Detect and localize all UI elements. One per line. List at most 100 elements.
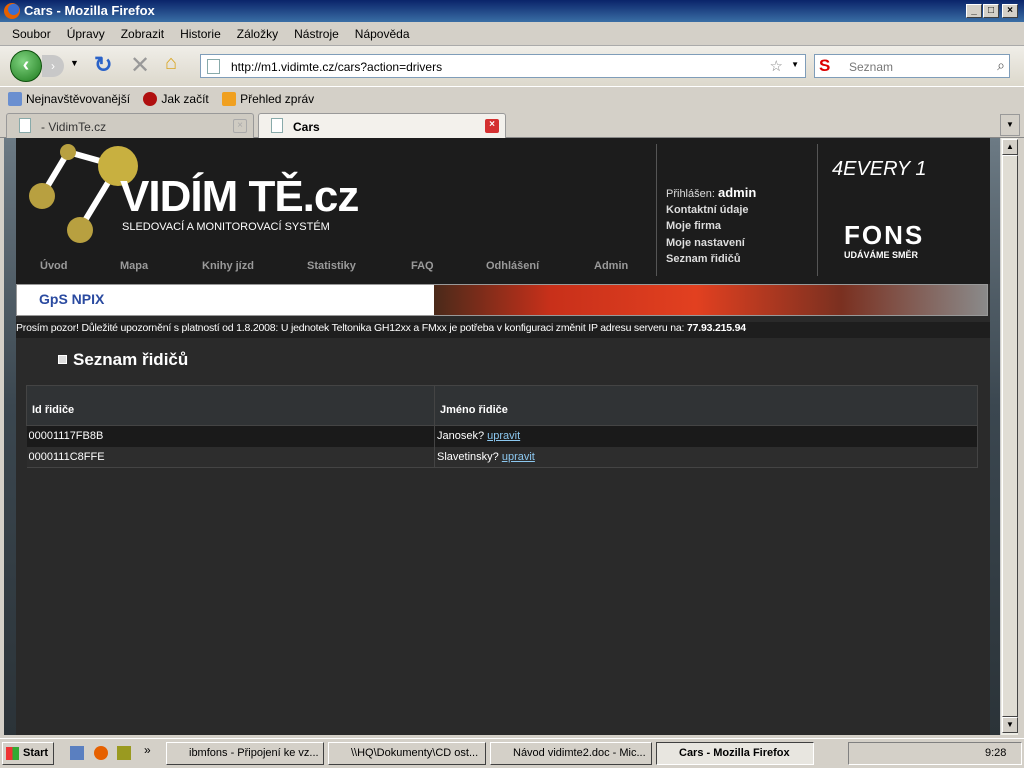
bookmark-label: Nejnavštěvovanější (26, 92, 131, 106)
menu-historie[interactable]: Historie (180, 27, 221, 41)
tab-vidimte[interactable]: - VidimTe.cz × (6, 113, 254, 138)
url-bar[interactable]: http://m1.vidimte.cz/cars?action=drivers… (200, 54, 806, 78)
nav-faq[interactable]: FAQ (411, 260, 434, 272)
divider (656, 144, 657, 276)
back-button[interactable]: ‹ (10, 50, 42, 82)
menu-upravy[interactable]: Úpravy (67, 27, 105, 41)
maximize-button[interactable]: □ (983, 4, 999, 18)
history-dropdown-icon[interactable]: ▼ (70, 58, 79, 68)
taskbar-label: ibmfons - Připojení ke vz... (189, 747, 319, 759)
page-icon (207, 59, 220, 74)
taskbar-item-firefox[interactable]: Cars - Mozilla Firefox (656, 742, 814, 765)
start-button[interactable]: Start (2, 742, 54, 765)
link-moje-firma[interactable]: Moje firma (666, 220, 721, 232)
scroll-thumb[interactable] (1002, 155, 1018, 717)
search-input[interactable]: S Seznam ⌕ (814, 54, 1010, 78)
taskbar: Start » ibmfons - Připojení ke vz... \\H… (0, 738, 1024, 768)
bookmark-getting-started[interactable]: Jak začít (143, 92, 209, 106)
partner-logo-fons: FONS (844, 220, 925, 250)
home-icon[interactable]: ⌂ (165, 52, 177, 75)
partner-logo-4every1: 4EVERY 1 (832, 158, 927, 180)
nav-statistiky[interactable]: Statistiky (307, 260, 356, 272)
site-tagline: SLEDOVACÍ A MONITOROVACÍ SYSTÉM (122, 221, 330, 233)
bookmark-star-icon[interactable]: ☆ (770, 57, 783, 75)
search-icon[interactable]: ⌕ (997, 57, 1005, 74)
banner: GpS NPIX (16, 284, 988, 316)
drivers-table: Id řidiče Jméno řidiče 00001117FB8B Janose… (26, 385, 978, 468)
logged-label: Přihlášen: (666, 188, 715, 200)
table-header: Id řidiče Jméno řidiče (26, 385, 978, 426)
start-label: Start (23, 747, 49, 759)
driver-name: Janosek? (437, 430, 485, 443)
edit-link[interactable]: upravit (487, 430, 520, 442)
seznam-engine-icon[interactable]: S (819, 56, 830, 76)
link-moje-nastaveni[interactable]: Moje nastavení (666, 237, 745, 249)
nav-odhlaseni[interactable]: Odhlášení (486, 260, 539, 272)
notice-text: Prosím pozor! Důležité upozornění s plat… (16, 322, 990, 338)
firefox-icon (4, 3, 20, 19)
menu-bar: Soubor Úpravy Zobrazit Historie Záložky Nástr… (0, 22, 1024, 46)
npix-logo: GpS NPIX (39, 291, 105, 307)
url-text: http://m1.vidimte.cz/cars?action=drivers (231, 60, 443, 74)
bullet-icon (58, 355, 67, 364)
taskbar-item-folder[interactable]: \\HQ\Dokumenty\CD ost... (328, 742, 486, 765)
bookmark-news[interactable]: Přehled zpráv (222, 92, 314, 106)
menu-soubor[interactable]: Soubor (12, 27, 51, 41)
fons-tagline: UDÁVÁME SMĚR (844, 250, 919, 260)
close-button[interactable]: × (1002, 4, 1018, 18)
divider (817, 144, 818, 276)
nav-mapa[interactable]: Mapa (120, 260, 148, 272)
menu-napoveda[interactable]: Nápověda (355, 27, 410, 41)
close-tab-icon[interactable]: × (233, 119, 247, 133)
notice-message: Prosím pozor! Důležité upozornění s plat… (16, 322, 687, 334)
taskbar-label: Návod vidimte2.doc - Mic... (513, 747, 646, 759)
driver-id: 0000111C8FFE (26, 446, 435, 468)
bookmark-most-visited[interactable]: Nejnavštěvovanější (8, 92, 130, 106)
scroll-up-button[interactable]: ▲ (1002, 139, 1018, 155)
forward-button[interactable]: › (42, 55, 64, 77)
quicklaunch-more-icon[interactable]: » (144, 743, 151, 757)
tab-label: Cars (293, 120, 320, 134)
scroll-down-button[interactable]: ▼ (1002, 717, 1018, 733)
navigation-toolbar: ‹ › ▼ ↻ ✕ ⌂ http://m1.vidimte.cz/cars?ac… (0, 46, 1024, 86)
page-title-text: Seznam řidičů (73, 350, 189, 369)
logged-in-status: Přihlášen: admin (666, 185, 756, 200)
quicklaunch-icon[interactable] (70, 746, 84, 760)
driver-id: 00001117FB8B (26, 425, 435, 447)
nav-uvod[interactable]: Úvod (40, 260, 68, 272)
column-name: Jméno řidiče (434, 385, 978, 426)
firefox-quicklaunch-icon[interactable] (94, 746, 108, 760)
stop-icon[interactable]: ✕ (130, 51, 150, 80)
menu-nastroje[interactable]: Nástroje (294, 27, 339, 41)
menu-zobrazit[interactable]: Zobrazit (121, 27, 164, 41)
driver-name: Slavetinsky? (437, 450, 499, 463)
search-placeholder: Seznam (849, 60, 894, 74)
edit-link[interactable]: upravit (502, 451, 535, 463)
nav-admin[interactable]: Admin (594, 260, 628, 272)
nav-knihy-jizd[interactable]: Knihy jízd (202, 260, 254, 272)
username: admin (717, 185, 757, 200)
taskbar-item-word[interactable]: Návod vidimte2.doc - Mic... (490, 742, 652, 765)
window-title: Cars - Mozilla Firefox (24, 3, 155, 18)
bookmark-label: Přehled zpráv (240, 92, 315, 106)
page-icon (271, 118, 283, 133)
taskbar-label: \\HQ\Dokumenty\CD ost... (351, 747, 479, 759)
url-dropdown-icon[interactable]: ▼ (791, 60, 799, 69)
link-seznam-ridicu[interactable]: Seznam řidičů (666, 253, 741, 265)
link-kontaktni-udaje[interactable]: Kontaktní údaje (666, 204, 749, 216)
clock: 9:28 (985, 747, 1007, 759)
tab-cars[interactable]: Cars × (258, 113, 506, 139)
tab-label: - VidimTe.cz (41, 120, 107, 134)
taskbar-item-ibmfons[interactable]: ibmfons - Připojení ke vz... (166, 742, 324, 765)
firefox-bookmark-icon (143, 92, 158, 106)
menu-zalozky[interactable]: Záložky (237, 27, 278, 41)
close-tab-icon[interactable]: × (485, 119, 499, 133)
folder-icon (8, 92, 22, 106)
vertical-scrollbar[interactable]: ▲ ▼ (1000, 138, 1018, 735)
bookmarks-toolbar: Nejnavštěvovanější Jak začít Přehled zpr… (0, 86, 1024, 110)
reload-icon[interactable]: ↻ (94, 52, 112, 78)
minimize-button[interactable]: _ (966, 4, 982, 18)
tab-list-button[interactable]: ▼ (1000, 114, 1020, 136)
rss-icon (222, 92, 237, 106)
clock-app-icon[interactable] (117, 746, 131, 760)
